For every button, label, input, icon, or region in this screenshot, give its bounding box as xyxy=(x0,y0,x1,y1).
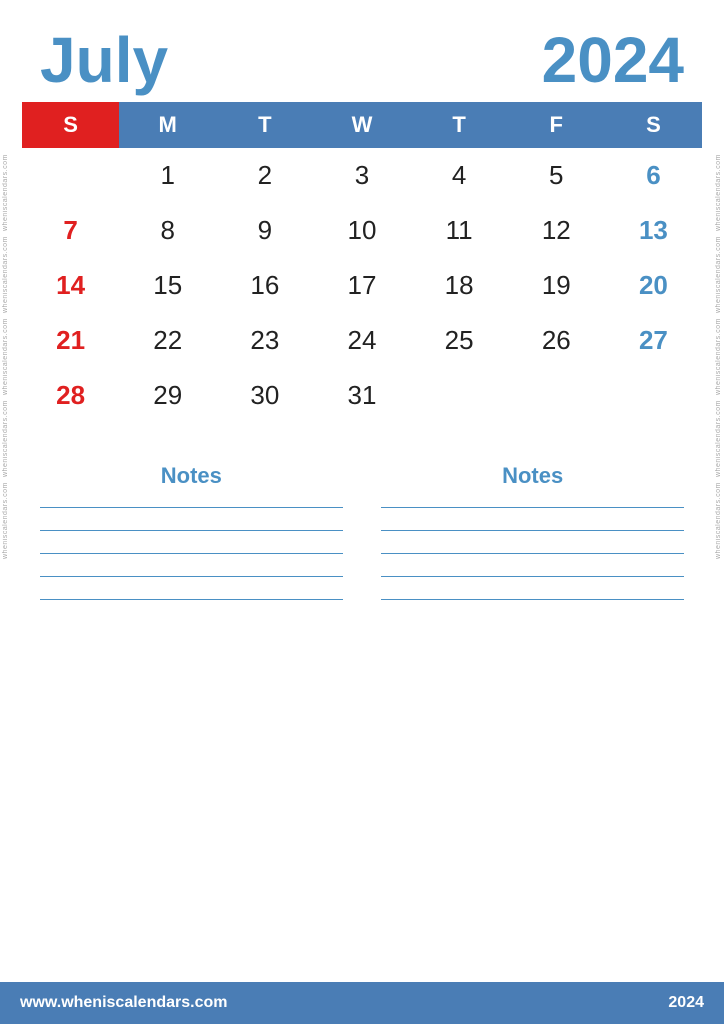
notes-line-l3 xyxy=(40,553,343,554)
day-4: 4 xyxy=(411,148,508,203)
month-title: July xyxy=(40,28,168,92)
day-12: 12 xyxy=(508,203,605,258)
day-31: 31 xyxy=(313,368,410,423)
side-text-right: wheniscalendars.com wheniscalendars.com … xyxy=(715,152,722,562)
header-sunday: S xyxy=(22,102,119,148)
notes-line-r4 xyxy=(381,576,684,577)
day-1: 1 xyxy=(119,148,216,203)
day-2: 2 xyxy=(216,148,313,203)
day-21: 21 xyxy=(22,313,119,368)
day-23: 23 xyxy=(216,313,313,368)
notes-line-l2 xyxy=(40,530,343,531)
header-saturday: S xyxy=(605,102,702,148)
notes-column-right: Notes xyxy=(381,463,684,982)
calendar-wrapper: wheniscalendars.com wheniscalendars.com … xyxy=(0,102,724,423)
side-week-r1: wheniscalendars.com xyxy=(715,152,722,234)
day-20: 20 xyxy=(605,258,702,313)
day-17: 17 xyxy=(313,258,410,313)
notes-label-left: Notes xyxy=(40,463,343,489)
day-24: 24 xyxy=(313,313,410,368)
day-18: 18 xyxy=(411,258,508,313)
side-week-r2: wheniscalendars.com xyxy=(715,234,722,316)
side-week-3: wheniscalendars.com xyxy=(2,316,9,398)
day-9: 9 xyxy=(216,203,313,258)
side-week-5: wheniscalendars.com xyxy=(2,480,9,562)
notes-line-r2 xyxy=(381,530,684,531)
footer-website: www.wheniscalendars.com xyxy=(20,994,227,1012)
day-13: 13 xyxy=(605,203,702,258)
notes-line-l1 xyxy=(40,507,343,508)
day-15: 15 xyxy=(119,258,216,313)
day-11: 11 xyxy=(411,203,508,258)
calendar-body: 1 2 3 4 5 6 7 8 9 10 11 12 13 xyxy=(22,148,702,423)
side-week-r3: wheniscalendars.com xyxy=(715,316,722,398)
week-row-3: 14 15 16 17 18 19 20 xyxy=(22,258,702,313)
day-25: 25 xyxy=(411,313,508,368)
notes-line-r1 xyxy=(381,507,684,508)
day-22: 22 xyxy=(119,313,216,368)
week-row-2: 7 8 9 10 11 12 13 xyxy=(22,203,702,258)
notes-line-r3 xyxy=(381,553,684,554)
notes-label-right: Notes xyxy=(381,463,684,489)
header-wednesday: W xyxy=(313,102,410,148)
side-week-1: wheniscalendars.com xyxy=(2,152,9,234)
day-empty-4 xyxy=(605,368,702,423)
notes-line-l5 xyxy=(40,599,343,600)
day-28: 28 xyxy=(22,368,119,423)
day-6: 6 xyxy=(605,148,702,203)
day-27: 27 xyxy=(605,313,702,368)
footer-year: 2024 xyxy=(668,994,704,1012)
header-tuesday: T xyxy=(216,102,313,148)
header-friday: F xyxy=(508,102,605,148)
side-week-2: wheniscalendars.com xyxy=(2,234,9,316)
side-text-left: wheniscalendars.com wheniscalendars.com … xyxy=(2,152,9,562)
day-26: 26 xyxy=(508,313,605,368)
week-row-1: 1 2 3 4 5 6 xyxy=(22,148,702,203)
day-16: 16 xyxy=(216,258,313,313)
day-7: 7 xyxy=(22,203,119,258)
day-10: 10 xyxy=(313,203,410,258)
calendar-table: S M T W T F S 1 2 3 4 5 6 xyxy=(22,102,702,423)
side-week-4: wheniscalendars.com xyxy=(2,398,9,480)
footer: www.wheniscalendars.com 2024 xyxy=(0,982,724,1024)
day-empty-2 xyxy=(411,368,508,423)
notes-line-l4 xyxy=(40,576,343,577)
day-14: 14 xyxy=(22,258,119,313)
day-empty xyxy=(22,148,119,203)
header-thursday: T xyxy=(411,102,508,148)
header: July 2024 xyxy=(0,0,724,102)
notes-line-r5 xyxy=(381,599,684,600)
week-row-5: 28 29 30 31 xyxy=(22,368,702,423)
day-3: 3 xyxy=(313,148,410,203)
day-5: 5 xyxy=(508,148,605,203)
side-week-r5: wheniscalendars.com xyxy=(715,480,722,562)
day-8: 8 xyxy=(119,203,216,258)
day-empty-3 xyxy=(508,368,605,423)
day-19: 19 xyxy=(508,258,605,313)
week-row-4: 21 22 23 24 25 26 27 xyxy=(22,313,702,368)
calendar-page: July 2024 wheniscalendars.com wheniscale… xyxy=(0,0,724,1024)
day-29: 29 xyxy=(119,368,216,423)
header-monday: M xyxy=(119,102,216,148)
notes-column-left: Notes xyxy=(40,463,343,982)
year-title: 2024 xyxy=(542,28,684,92)
day-header-row: S M T W T F S xyxy=(22,102,702,148)
side-week-r4: wheniscalendars.com xyxy=(715,398,722,480)
day-30: 30 xyxy=(216,368,313,423)
notes-section: Notes Notes xyxy=(0,443,724,982)
